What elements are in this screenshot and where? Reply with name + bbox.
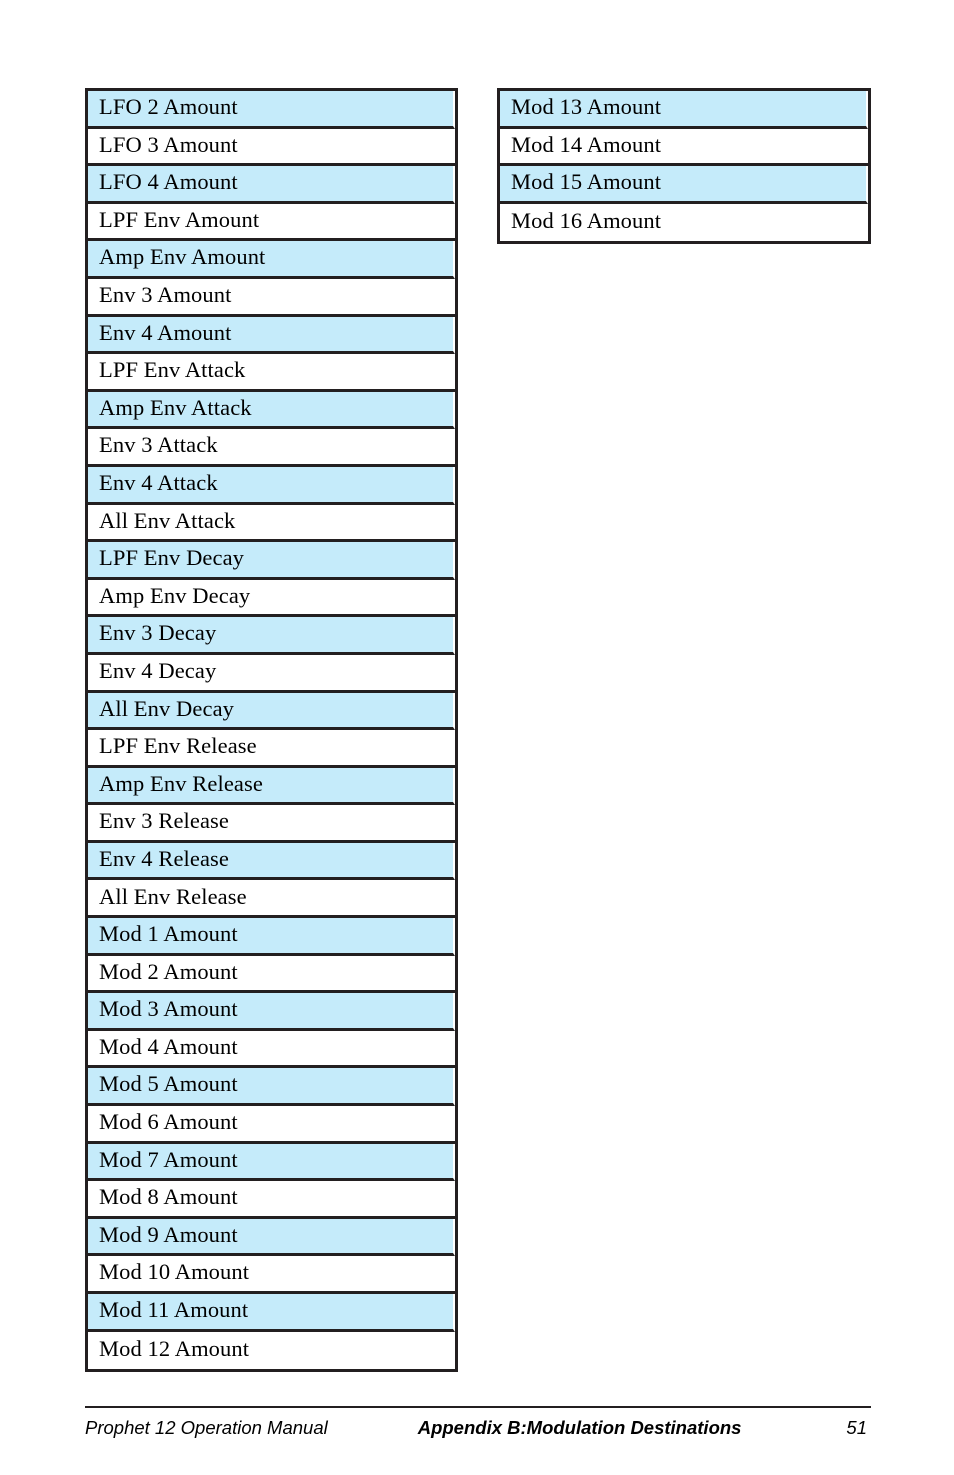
modulation-destination-label: Amp Env Attack — [99, 394, 252, 420]
footer-section-title: Appendix B:Modulation Destinations — [417, 1417, 742, 1438]
table-row: Mod 13 Amount — [500, 91, 868, 129]
modulation-destination-label: All Env Decay — [99, 695, 235, 721]
page-footer: Prophet 12 Operation Manual Appendix B:M… — [85, 1406, 871, 1439]
table-row: LFO 4 Amount — [88, 166, 455, 204]
table-row: Mod 9 Amount — [88, 1218, 455, 1257]
table-row: Mod 4 Amount — [88, 1030, 455, 1069]
table-row: Mod 1 Amount — [88, 918, 455, 956]
modulation-destination-label: Mod 2 Amount — [99, 958, 238, 984]
modulation-destination-label: All Env Release — [99, 883, 247, 909]
table-row: Mod 16 Amount — [500, 203, 868, 242]
modulation-destination-label: All Env Attack — [99, 507, 236, 533]
table-row: Env 4 Release — [88, 842, 455, 881]
modulation-destination-label: LPF Env Attack — [99, 357, 246, 383]
modulation-destination-label: Mod 13 Amount — [511, 94, 662, 120]
table-row: Env 4 Decay — [88, 654, 455, 693]
table-row: Env 3 Attack — [88, 429, 455, 467]
modulation-destination-label: Mod 10 Amount — [99, 1259, 250, 1285]
modulation-destination-label: LFO 4 Amount — [99, 169, 238, 195]
table-row: Env 4 Amount — [88, 316, 455, 355]
modulation-destination-label: Mod 8 Amount — [99, 1184, 238, 1210]
table-row: LPF Env Amount — [88, 203, 455, 242]
modulation-destination-label: Amp Env Decay — [99, 582, 251, 608]
modulation-destination-label: Env 3 Attack — [99, 432, 218, 458]
table-row: LPF Env Attack — [88, 354, 455, 392]
table-row: LPF Env Release — [88, 730, 455, 768]
modulation-destination-label: Mod 7 Amount — [99, 1146, 238, 1172]
table-row: Env 3 Release — [88, 805, 455, 843]
modulation-destination-label: Mod 4 Amount — [99, 1033, 238, 1059]
footer-manual-title: Prophet 12 Operation Manual — [85, 1417, 328, 1438]
table-row: Env 3 Decay — [88, 617, 455, 655]
modulation-destination-label: LFO 3 Amount — [99, 131, 238, 157]
table-row: Amp Env Decay — [88, 579, 455, 618]
modulation-destination-label: LPF Env Release — [99, 733, 257, 759]
modulation-destination-label: Mod 12 Amount — [99, 1336, 250, 1362]
modulation-destination-label: LFO 2 Amount — [99, 94, 238, 120]
modulation-destination-label: Amp Env Amount — [99, 244, 266, 270]
modulation-destination-label: Mod 15 Amount — [511, 169, 662, 195]
modulation-destinations-table-left: LFO 2 Amount LFO 3 Amount LFO 4 Amount LPF … — [85, 88, 458, 1373]
table-row: Mod 15 Amount — [500, 166, 868, 204]
modulation-destination-label: Env 3 Release — [99, 808, 230, 834]
modulation-destination-label: Mod 3 Amount — [99, 996, 238, 1022]
table-row: LFO 2 Amount — [88, 91, 455, 129]
modulation-destination-label: LPF Env Amount — [99, 206, 260, 232]
table-row: All Env Release — [88, 880, 455, 919]
modulation-destination-label: Mod 5 Amount — [99, 1071, 238, 1097]
table-row: Env 3 Amount — [88, 278, 455, 317]
modulation-destination-label: Mod 6 Amount — [99, 1109, 238, 1135]
modulation-destination-label: Env 3 Amount — [99, 282, 232, 308]
table-row: Mod 14 Amount — [500, 128, 868, 167]
table-row: Mod 8 Amount — [88, 1181, 455, 1219]
table-row: Amp Env Amount — [88, 241, 455, 279]
table-row: Mod 2 Amount — [88, 955, 455, 994]
modulation-destination-label: Env 4 Release — [99, 845, 230, 871]
table-row: LPF Env Decay — [88, 542, 455, 580]
table-row: Mod 10 Amount — [88, 1256, 455, 1294]
modulation-destination-label: Env 4 Attack — [99, 469, 218, 495]
modulation-destination-label: Mod 1 Amount — [99, 921, 238, 947]
table-row: Mod 12 Amount — [88, 1331, 455, 1370]
modulation-destination-label: Env 4 Amount — [99, 319, 232, 345]
manual-page: LFO 2 Amount LFO 3 Amount LFO 4 Amount LPF … — [0, 0, 954, 1475]
modulation-destination-label: Env 3 Decay — [99, 620, 217, 646]
modulation-destination-label: LPF Env Decay — [99, 545, 245, 571]
table-row: Mod 3 Amount — [88, 993, 455, 1031]
table-row: All Env Decay — [88, 692, 455, 731]
modulation-destination-label: Mod 16 Amount — [511, 208, 662, 234]
modulation-destination-label: Mod 9 Amount — [99, 1221, 238, 1247]
footer-page-number: 51 — [846, 1417, 867, 1438]
table-row: Mod 7 Amount — [88, 1143, 455, 1182]
table-row: Amp Env Release — [88, 767, 455, 806]
table-row: Env 4 Attack — [88, 466, 455, 505]
modulation-destination-label: Mod 11 Amount — [99, 1297, 249, 1323]
table-row: Mod 6 Amount — [88, 1106, 455, 1144]
table-row: LFO 3 Amount — [88, 128, 455, 167]
table-row: Mod 11 Amount — [88, 1294, 455, 1332]
table-row: All Env Attack — [88, 504, 455, 543]
modulation-destination-label: Amp Env Release — [99, 770, 263, 796]
table-row: Amp Env Attack — [88, 391, 455, 430]
modulation-destinations-table-right: Mod 13 Amount Mod 14 Amount Mod 15 Amount M… — [497, 88, 871, 245]
modulation-destination-label: Mod 14 Amount — [511, 131, 662, 157]
modulation-destination-label: Env 4 Decay — [99, 657, 217, 683]
table-row: Mod 5 Amount — [88, 1068, 455, 1107]
